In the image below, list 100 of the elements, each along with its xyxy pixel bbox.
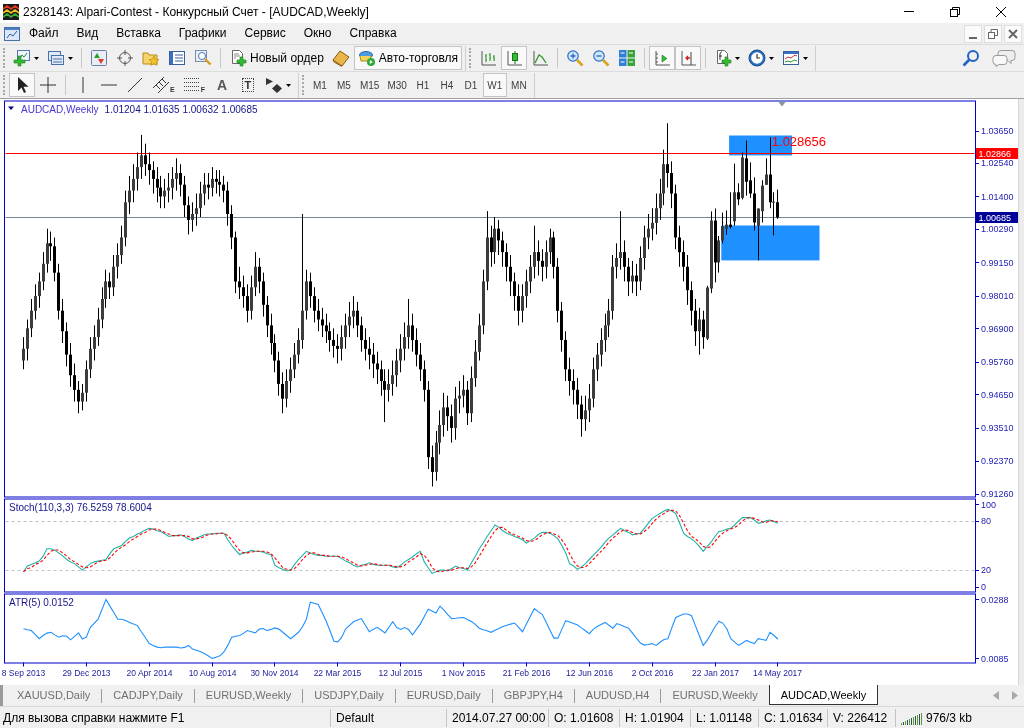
right-triangle-icon <box>1011 691 1018 700</box>
axis-label: 0.98010 <box>981 291 1014 302</box>
profile-name: Default <box>336 710 375 725</box>
rising-candle <box>772 191 775 236</box>
toolbar-grip[interactable] <box>469 48 474 68</box>
axis-label: 1.00290 <box>981 224 1014 235</box>
timeframe-button[interactable]: D1 <box>458 73 483 97</box>
falling-candle <box>729 191 732 230</box>
chart-window-icon <box>4 25 20 42</box>
chart-tab[interactable]: CADJPY,Daily <box>102 685 194 705</box>
price-tag: 1.00685 <box>976 212 1018 223</box>
menu-item[interactable]: Окно <box>294 24 341 43</box>
chart-plus-icon <box>13 49 31 67</box>
left-triangle-icon <box>992 691 999 700</box>
ohlc-values: 1.01204 1.01635 1.00632 1.00685 <box>104 104 258 115</box>
axis-label: 20 Apr 2014 <box>126 667 173 678</box>
toolbar-grip[interactable] <box>3 48 7 68</box>
price-tag: 1.02866 <box>976 148 1018 159</box>
chart-tab[interactable]: AUDUSD,H4 <box>574 685 661 705</box>
bar-time: 2014.07.27 00:00 <box>452 710 546 725</box>
search-icon <box>962 49 980 67</box>
axis-label: 0.0085 <box>981 653 1009 664</box>
chart-tab[interactable]: GBPJPY,H4 <box>492 685 574 705</box>
autotrading-button[interactable]: Авто-торговля <box>353 46 463 70</box>
timeframe-button[interactable]: M15 <box>355 73 384 97</box>
restore-icon <box>988 28 998 39</box>
axis-label: 1.02540 <box>981 158 1014 169</box>
timeframe-button[interactable]: M30 <box>383 73 411 97</box>
indicator-label: Stoch(110,3,3) 76.5259 78.6004 <box>9 502 152 513</box>
axis-label: 2 Oct 2016 <box>631 667 674 678</box>
axis-label: 22 Jan 2017 <box>692 667 739 678</box>
axis-label: 12 Jun 2016 <box>566 667 613 678</box>
falling-candle <box>207 172 210 200</box>
falling-candle <box>490 225 493 268</box>
menu-item[interactable]: Вид <box>67 24 108 43</box>
menu-item[interactable]: Справка <box>340 24 406 43</box>
close-price: C: 1.01634 <box>764 710 823 725</box>
timeframe-button[interactable]: M5 <box>331 73 356 97</box>
axis-label: 0 <box>981 581 986 592</box>
axis-label: 30 Nov 2014 <box>250 667 299 678</box>
menu-item[interactable]: Сервис <box>235 24 295 43</box>
menu-item[interactable]: Файл <box>20 24 68 43</box>
axis-label: 21 Feb 2016 <box>502 667 551 678</box>
indicator-label: ATR(5) 0.0152 <box>9 597 74 608</box>
ref-line-label: 1.00685 <box>978 213 1012 223</box>
new-order-button[interactable]: Новый ордер <box>225 46 328 70</box>
axis-label: 1 Nov 2015 <box>441 667 486 678</box>
open-price: O: 1.01608 <box>554 710 614 725</box>
help-text: Для вызова справки нажмите F1 <box>3 710 185 725</box>
axis-label: 12 Jul 2015 <box>378 667 423 678</box>
rising-candle <box>741 152 744 200</box>
axis-label: 1.01400 <box>981 191 1014 202</box>
text-tool-button[interactable]: A <box>208 73 235 97</box>
falling-candle <box>702 310 705 350</box>
rising-candle <box>211 166 214 197</box>
menu-item[interactable]: Вставка <box>107 24 170 43</box>
falling-candle <box>466 380 469 426</box>
volume-value: V: 226412 <box>833 710 888 725</box>
axis-label: 10 Aug 2014 <box>188 667 237 678</box>
high-price: H: 1.01904 <box>625 710 684 725</box>
axis-label: 100 <box>981 499 997 510</box>
ref-line-label: 1.02866 <box>978 149 1012 159</box>
restore-icon <box>950 6 960 17</box>
down-triangle-icon[interactable] <box>8 106 14 110</box>
chart-tab[interactable]: EURUSD,Weekly <box>661 685 769 705</box>
timeframe-button[interactable]: M1 <box>307 73 332 97</box>
axis-label: 0.93510 <box>981 422 1014 433</box>
falling-candle <box>776 189 779 220</box>
toolbar-grip[interactable] <box>301 75 306 95</box>
arrow-shapes-icon <box>264 76 283 94</box>
traffic-text: 976/3 kb <box>926 710 973 725</box>
timeframe-button[interactable]: W1 <box>482 73 507 97</box>
chart-tab[interactable]: EURUSD,Daily <box>395 685 492 705</box>
axis-label: 14 May 2017 <box>752 667 803 678</box>
timeframe-button[interactable]: H4 <box>434 73 459 97</box>
axis-label: 29 Dec 2013 <box>62 667 111 678</box>
falling-candle <box>769 137 772 209</box>
text-label-tool-button[interactable]: T <box>234 73 261 97</box>
falling-candle <box>108 272 111 300</box>
timeframe-button[interactable]: MN <box>506 73 531 97</box>
rising-candle <box>733 163 736 227</box>
document-plus-icon <box>714 49 733 67</box>
axis-label: 0.94650 <box>981 389 1014 400</box>
timeframe-button[interactable]: H1 <box>410 73 435 97</box>
axis-label: 80 <box>981 516 991 527</box>
chart-title: AUDCAD,Weekly <box>21 104 99 115</box>
toolbar-grip[interactable] <box>3 75 7 95</box>
chart-tab[interactable]: EURUSD,Weekly <box>194 685 303 705</box>
rising-candle <box>493 216 496 265</box>
chart-window-icon <box>782 49 801 67</box>
axis-label: 20 <box>981 565 991 576</box>
minimize-button[interactable] <box>964 24 982 43</box>
low-price: L: 1.01148 <box>696 710 752 725</box>
chart-tab[interactable]: AUDCAD,Weekly <box>768 685 879 705</box>
menu-item[interactable]: Графики <box>169 24 236 43</box>
chart-tab[interactable]: XAUUSD,Daily <box>6 685 102 705</box>
axis-label: 0.99150 <box>981 257 1014 268</box>
chart-tab[interactable]: USDJPY,Daily <box>303 685 395 705</box>
close-button[interactable] <box>1004 24 1022 43</box>
window-title: 2328143: Alpari-Contest - Конкурсный Счет - [AUDCAD,Weekly] <box>23 4 370 19</box>
